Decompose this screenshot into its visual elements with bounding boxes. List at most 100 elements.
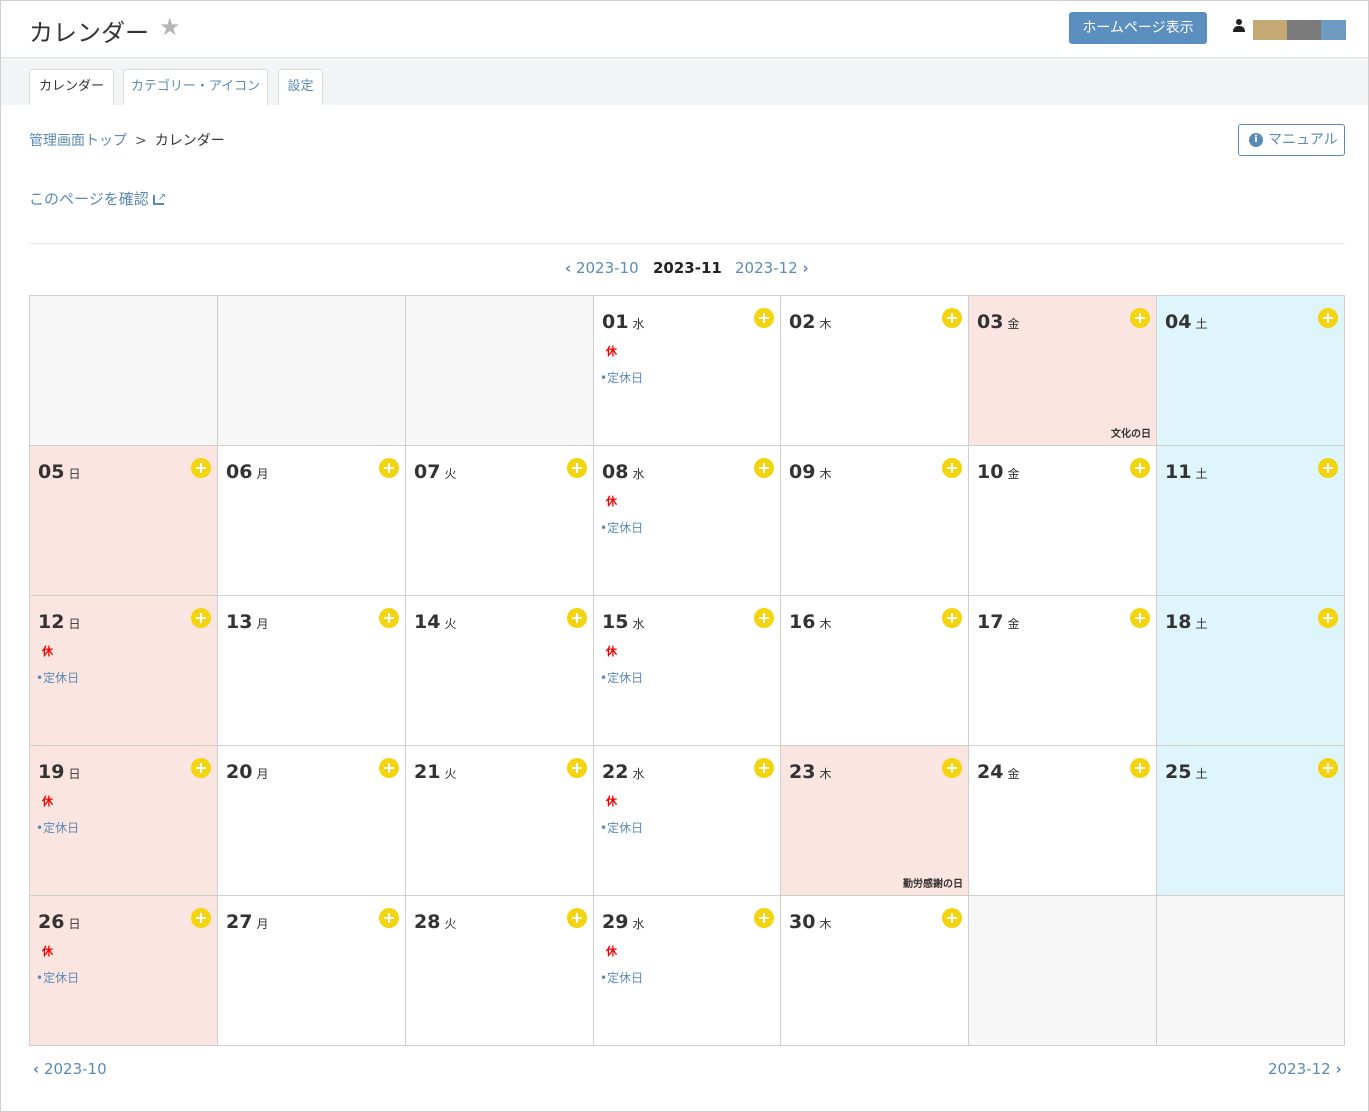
day-of-week: 日 (68, 617, 81, 631)
event-link[interactable]: •定休日 (36, 669, 79, 686)
add-event-icon[interactable] (942, 608, 962, 628)
day-number-value: 18 (1165, 611, 1192, 633)
day-of-week: 木 (819, 467, 832, 481)
user-icon (1233, 19, 1245, 33)
month-navigation: ‹ 2023-10 2023-11 2023-12 › (0, 259, 1369, 281)
add-event-icon[interactable] (191, 758, 211, 778)
calendar-cell-day: 28 火 (406, 896, 594, 1046)
day-number-value: 27 (226, 911, 253, 933)
add-event-icon[interactable] (942, 908, 962, 928)
add-event-icon[interactable] (191, 908, 211, 928)
add-event-icon[interactable] (942, 308, 962, 328)
day-number: 07 火 (414, 461, 456, 483)
calendar-cell-day: 01 水休 •定休日 (594, 296, 781, 446)
event-link[interactable]: •定休日 (600, 969, 643, 986)
calendar-cell-day: 20 月 (218, 746, 406, 896)
day-number: 28 火 (414, 911, 456, 933)
day-number: 14 火 (414, 611, 456, 633)
favorite-star-icon[interactable]: ★ (159, 13, 181, 41)
event-link[interactable]: •定休日 (600, 819, 643, 836)
day-number: 22 水 (602, 761, 644, 783)
current-month: 2023-11 (653, 259, 722, 277)
calendar-cell-day: 27 月 (218, 896, 406, 1046)
day-number-value: 28 (414, 911, 441, 933)
user-name-chip-2[interactable] (1287, 20, 1321, 40)
breadcrumb-admin-top[interactable]: 管理画面トップ (29, 133, 127, 149)
day-number: 06 月 (226, 461, 268, 483)
add-event-icon[interactable] (379, 758, 399, 778)
add-event-icon[interactable] (1130, 308, 1150, 328)
day-number-value: 13 (226, 611, 253, 633)
footer-next-month-link[interactable]: 2023-12 › (1268, 1060, 1342, 1078)
homepage-view-button[interactable]: ホームページ表示 (1069, 12, 1207, 44)
manual-button[interactable]: i マニュアル (1238, 124, 1345, 156)
add-event-icon[interactable] (1130, 758, 1150, 778)
prev-month-link[interactable]: ‹ 2023-10 (565, 259, 639, 277)
day-number-value: 23 (789, 761, 816, 783)
calendar-cell-day: 19 日休 •定休日 (30, 746, 218, 896)
event-link[interactable]: •定休日 (36, 969, 79, 986)
add-event-icon[interactable] (754, 458, 774, 478)
add-event-icon[interactable] (1318, 608, 1338, 628)
day-number: 16 木 (789, 611, 831, 633)
calendar-cell-day: 03 金文化の日 (969, 296, 1157, 446)
add-event-icon[interactable] (754, 758, 774, 778)
add-event-icon[interactable] (567, 908, 587, 928)
tab-settings[interactable]: 設定 (278, 69, 323, 105)
day-number: 01 水 (602, 311, 644, 333)
tab-calendar[interactable]: カレンダー (29, 69, 114, 105)
day-of-week: 水 (632, 917, 645, 931)
calendar-cell-day: 12 日休 •定休日 (30, 596, 218, 746)
day-of-week: 火 (444, 767, 457, 781)
confirm-page-label: このページを確認 (29, 190, 149, 208)
day-number-value: 15 (602, 611, 629, 633)
add-event-icon[interactable] (754, 608, 774, 628)
event-link[interactable]: •定休日 (600, 369, 643, 386)
user-name-chip-3[interactable] (1321, 20, 1346, 40)
next-month-link[interactable]: 2023-12 › (735, 259, 809, 277)
user-name-chip-1[interactable] (1253, 20, 1287, 40)
chevron-right-icon: › (1335, 1060, 1342, 1078)
calendar-cell-day: 11 土 (1157, 446, 1345, 596)
add-event-icon[interactable] (191, 608, 211, 628)
day-number: 26 日 (38, 911, 80, 933)
add-event-icon[interactable] (379, 908, 399, 928)
day-number-value: 20 (226, 761, 253, 783)
add-event-icon[interactable] (1318, 458, 1338, 478)
day-number-value: 04 (1165, 311, 1192, 333)
add-event-icon[interactable] (379, 458, 399, 478)
add-event-icon[interactable] (567, 608, 587, 628)
info-icon: i (1249, 133, 1263, 147)
add-event-icon[interactable] (942, 758, 962, 778)
divider (29, 243, 1345, 244)
add-event-icon[interactable] (1318, 308, 1338, 328)
tab-category-icon[interactable]: カテゴリー・アイコン (123, 69, 268, 105)
confirm-page-link[interactable]: このページを確認 ↗ (29, 188, 167, 209)
day-number-value: 10 (977, 461, 1004, 483)
add-event-icon[interactable] (567, 758, 587, 778)
add-event-icon[interactable] (1318, 758, 1338, 778)
add-event-icon[interactable] (379, 608, 399, 628)
event-link[interactable]: •定休日 (600, 519, 643, 536)
calendar-cell-day: 13 月 (218, 596, 406, 746)
add-event-icon[interactable] (1130, 608, 1150, 628)
footer-prev-month-link[interactable]: ‹ 2023-10 (33, 1060, 107, 1078)
day-number-value: 12 (38, 611, 65, 633)
day-of-week: 火 (444, 617, 457, 631)
day-number-value: 08 (602, 461, 629, 483)
add-event-icon[interactable] (942, 458, 962, 478)
add-event-icon[interactable] (567, 458, 587, 478)
day-number: 30 木 (789, 911, 831, 933)
prev-month-label: 2023-10 (575, 259, 639, 277)
event-link[interactable]: •定休日 (36, 819, 79, 836)
day-number-value: 26 (38, 911, 65, 933)
add-event-icon[interactable] (191, 458, 211, 478)
event-link[interactable]: •定休日 (600, 669, 643, 686)
add-event-icon[interactable] (1130, 458, 1150, 478)
day-number: 11 土 (1165, 461, 1207, 483)
add-event-icon[interactable] (754, 908, 774, 928)
add-event-icon[interactable] (754, 308, 774, 328)
calendar-cell-day: 07 火 (406, 446, 594, 596)
day-of-week: 日 (68, 467, 81, 481)
calendar-cell-day: 10 金 (969, 446, 1157, 596)
